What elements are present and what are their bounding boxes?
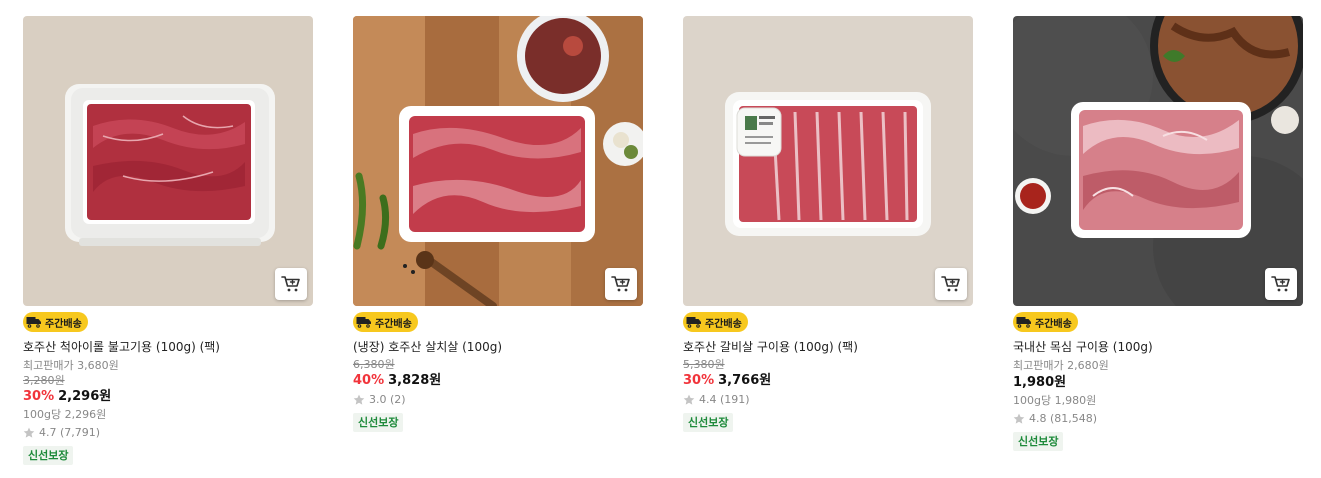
discount-rate: 30% [23, 389, 55, 404]
truck-icon [686, 317, 701, 328]
unit-price: 100g당 1,980원 [1013, 394, 1097, 407]
fresh-guarantee-tag: 신선보장 [23, 446, 74, 465]
badge-label: 주간배송 [375, 318, 412, 330]
product-name[interactable]: 국내산 목심 구이용 (100g) [1013, 339, 1303, 355]
rating-value: 4.8 (81,548) [1029, 412, 1098, 425]
cart-icon [1271, 276, 1290, 292]
product-photo [23, 16, 313, 306]
product-card[interactable]: 주간배송 호주산 갈비살 구이용 (100g) (팩) 5,380원 30% 3,… [683, 16, 973, 432]
discount-rate: 30% [683, 373, 715, 388]
rating-value: 3.0 (2) [369, 393, 406, 406]
badge-label: 주간배송 [1035, 318, 1072, 330]
sale-price: 3,828원 [388, 373, 442, 388]
rating-value: 4.4 (191) [699, 393, 750, 406]
truck-icon [356, 317, 371, 328]
star-icon [23, 427, 35, 438]
rating: 4.8 (81,548) [1013, 411, 1303, 427]
product-name[interactable]: 호주산 척아이롤 불고기용 (100g) (팩) [23, 339, 313, 355]
add-to-cart-button[interactable] [1265, 268, 1297, 300]
price-row: 40% 3,828원 [353, 372, 643, 390]
cart-icon [281, 276, 300, 292]
badge-label: 주간배송 [45, 318, 82, 330]
sale-price: 1,980원 [1013, 375, 1067, 390]
product-photo [1013, 16, 1303, 306]
star-icon [683, 394, 695, 405]
sale-price: 2,296원 [58, 389, 112, 404]
product-image[interactable] [23, 16, 313, 306]
cart-icon [941, 276, 960, 292]
sale-price: 3,766원 [718, 373, 772, 388]
product-name[interactable]: 호주산 갈비살 구이용 (100g) (팩) [683, 339, 973, 355]
original-price: 6,380원 [353, 358, 395, 371]
product-image[interactable] [1013, 16, 1303, 306]
product-card[interactable]: 주간배송 호주산 척아이롤 불고기용 (100g) (팩) 최고판매가 3,68… [23, 16, 313, 465]
product-image[interactable] [683, 16, 973, 306]
price-row: 30% 2,296원 [23, 388, 313, 406]
product-photo [353, 16, 643, 306]
add-to-cart-button[interactable] [605, 268, 637, 300]
original-price: 3,280원 [23, 374, 65, 387]
add-to-cart-button[interactable] [275, 268, 307, 300]
add-to-cart-button[interactable] [935, 268, 967, 300]
weekly-delivery-badge: 주간배송 [1013, 312, 1078, 332]
fresh-guarantee-tag: 신선보장 [683, 413, 734, 432]
star-icon [1013, 413, 1025, 424]
weekly-delivery-badge: 주간배송 [683, 312, 748, 332]
weekly-delivery-badge: 주간배송 [23, 312, 88, 332]
discount-rate: 40% [353, 373, 385, 388]
rating: 4.4 (191) [683, 392, 973, 408]
unit-price: 100g당 2,296원 [23, 408, 107, 421]
weekly-delivery-badge: 주간배송 [353, 312, 418, 332]
fresh-guarantee-tag: 신선보장 [353, 413, 404, 432]
truck-icon [1016, 317, 1031, 328]
badge-label: 주간배송 [705, 318, 742, 330]
rating: 4.7 (7,791) [23, 425, 313, 441]
price-row: 1,980원 [1013, 374, 1303, 392]
max-price-label: 최고판매가 2,680원 [1013, 359, 1109, 372]
rating: 3.0 (2) [353, 392, 643, 408]
product-grid: 주간배송 호주산 척아이롤 불고기용 (100g) (팩) 최고판매가 3,68… [0, 0, 1321, 478]
max-price-label: 최고판매가 3,680원 [23, 359, 119, 372]
star-icon [353, 394, 365, 405]
fresh-guarantee-tag: 신선보장 [1013, 432, 1064, 451]
product-card[interactable]: 주간배송 국내산 목심 구이용 (100g) 최고판매가 2,680원 1,98… [1013, 16, 1303, 451]
product-name[interactable]: (냉장) 호주산 살치살 (100g) [353, 339, 643, 355]
product-image[interactable] [353, 16, 643, 306]
price-row: 30% 3,766원 [683, 372, 973, 390]
original-price: 5,380원 [683, 358, 725, 371]
truck-icon [26, 317, 41, 328]
product-card[interactable]: 주간배송 (냉장) 호주산 살치살 (100g) 6,380원 40% 3,828… [353, 16, 643, 432]
rating-value: 4.7 (7,791) [39, 426, 101, 439]
cart-icon [611, 276, 630, 292]
product-photo [683, 16, 973, 306]
